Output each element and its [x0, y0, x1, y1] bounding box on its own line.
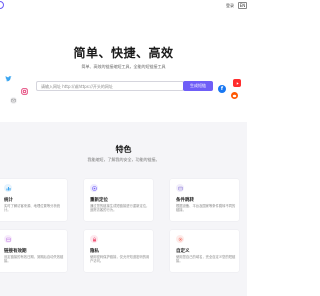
login-link[interactable]: 登录 — [226, 3, 234, 9]
feature-card-desc: 设定链接的有效日期，到期后自动失效链接。 — [4, 255, 64, 264]
feature-card-conditional-redirect[interactable]: 条件跳转 根据设备、平台及国家等条件跳转不同的链接。 — [170, 179, 239, 221]
gear-icon — [176, 235, 184, 243]
feature-card-title: 自定义 — [176, 249, 190, 254]
url-input[interactable] — [41, 82, 181, 91]
target-icon — [90, 184, 98, 192]
calendar-icon — [4, 235, 12, 243]
url-input-box[interactable] — [36, 81, 184, 91]
lock-icon — [90, 235, 98, 243]
feature-card-desc: 根据设备、平台及国家等条件跳转不同的链接。 — [176, 204, 236, 213]
instagram-icon — [20, 87, 28, 95]
hero-subtitle: 简单、高效的链接缩短工具，全能的短链接工具 — [81, 64, 166, 69]
features-title: 特色 — [115, 145, 132, 154]
browser-icon — [176, 184, 184, 192]
stats-icon — [4, 184, 12, 192]
facebook-icon: f — [218, 85, 226, 93]
youtube-icon — [233, 79, 241, 87]
feature-card-title: 隐私 — [90, 249, 99, 254]
feature-card-desc: 使用密码保护链接，仅允许知道密码的用户访问。 — [90, 255, 150, 264]
top-bar: 登录 EN — [0, 0, 247, 14]
hero-section: 简单、快捷、高效 简单、高效的链接缩短工具，全能的短链接工具 生成短链 f — [0, 14, 247, 122]
features-section: 特色 我能缩短，了解我的安全，功能的链接。 统计 实时了解访客来源、地理位置等分… — [0, 122, 247, 296]
hero-title: 简单、快捷、高效 — [73, 46, 174, 60]
feature-card-desc: 使用您自己的域名，完全自定义您的短链接。 — [176, 255, 236, 264]
feature-card-expiration[interactable]: 链接有效期 设定链接的有效日期，到期后自动失效链接。 — [0, 230, 67, 272]
feature-card-customization[interactable]: 自定义 使用您自己的域名，完全自定义您的短链接。 — [170, 230, 239, 272]
feature-card-title: 链接有效期 — [4, 249, 27, 254]
feature-card-title: 重新定位 — [90, 198, 108, 203]
shorten-button[interactable]: 生成短链 — [183, 81, 213, 91]
feature-card-title: 条件跳转 — [176, 198, 194, 203]
feature-card-desc: 实时了解访客来源、地理位置等分析统计。 — [4, 204, 61, 213]
language-switch-button[interactable]: EN — [238, 2, 247, 9]
logo[interactable] — [0, 1, 4, 9]
feature-card-privacy[interactable]: 隐私 使用密码保护链接，仅允许知道密码的用户访问。 — [84, 230, 153, 272]
feature-card-desc: 通过您的链接生成短链接进行重新定位，追踪访客的行为。 — [90, 204, 150, 213]
features-subtitle: 我能缩短，了解我的安全，功能的链接。 — [87, 157, 160, 162]
feature-card-title: 统计 — [4, 198, 13, 203]
feature-card-stats[interactable]: 统计 实时了解访客来源、地理位置等分析统计。 — [0, 179, 67, 221]
reddit-icon — [231, 92, 238, 99]
feature-card-retargeting[interactable]: 重新定位 通过您的链接生成短链接进行重新定位，追踪访客的行为。 — [84, 179, 153, 221]
twitter-icon — [5, 76, 12, 83]
email-icon — [10, 97, 17, 104]
